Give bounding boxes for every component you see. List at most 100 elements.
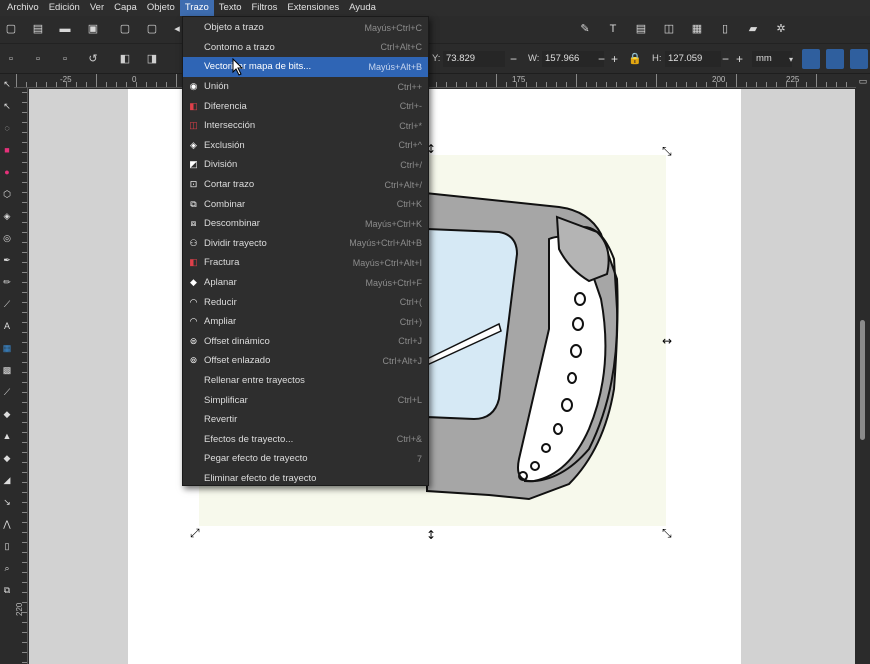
menu-item-reducir[interactable]: ◠ Reducir Ctrl+( [183, 292, 428, 312]
eraser2-tool-icon[interactable]: ◢ [1, 474, 13, 486]
y-decrement-button[interactable]: − [510, 51, 517, 67]
measure-tool-icon[interactable]: ⋀ [1, 518, 13, 530]
w-decrement-button[interactable]: − [598, 51, 605, 67]
menu-item-simplificar[interactable]: Simplificar Ctrl+L [183, 390, 428, 410]
menu-item-efectos-de-trayecto[interactable]: Efectos de trayecto... Ctrl+& [183, 429, 428, 449]
rotate-ccw-icon[interactable]: ↺ [86, 52, 100, 66]
text-tool-icon[interactable]: A [1, 320, 13, 332]
menu-trazo[interactable]: Trazo [179, 0, 214, 16]
menu-item-diferencia[interactable]: ◧ Diferencia Ctrl+- [183, 96, 428, 116]
calligraphy-tool-icon[interactable]: ⟋ [1, 298, 13, 310]
scrollbar-thumb[interactable] [860, 320, 865, 440]
menu-item-pegar-efecto-de-trayecto[interactable]: Pegar efecto de trayecto 7 [183, 449, 428, 469]
resize-handle-icon[interactable]: ⤡ [662, 526, 672, 540]
pencil-tool-icon[interactable]: ✏ [1, 276, 13, 288]
deselect-icon[interactable]: ▫ [58, 52, 72, 66]
mesh-tool-icon[interactable]: ▩ [1, 364, 13, 376]
menu-item-objeto-a-trazo[interactable]: Objeto a trazo Mayús+Ctrl+C [183, 18, 428, 38]
resize-handle-icon[interactable]: ⤢ [189, 526, 200, 540]
menu-item-dividir-trayecto[interactable]: ⚇ Dividir trayecto Mayús+Ctrl+Alt+B [183, 234, 428, 254]
flip-vertical-icon[interactable]: ◨ [145, 52, 159, 66]
vertical-scrollbar[interactable] [856, 88, 870, 664]
gradient-tool-icon[interactable]: ▦ [1, 342, 13, 354]
new-document-icon[interactable]: ▢ [4, 22, 18, 36]
import-icon[interactable]: ▢ [118, 22, 132, 36]
menu-item-contorno-a-trazo[interactable]: Contorno a trazo Ctrl+Alt+C [183, 38, 428, 58]
menu-extensiones[interactable]: Extensiones [282, 0, 344, 16]
connector-tool-icon[interactable]: ↘ [1, 496, 13, 508]
rect-tool-icon[interactable]: ■ [1, 144, 13, 156]
menu-edicion[interactable]: Edición [44, 0, 85, 16]
resize-handle-icon[interactable]: ⤡ [662, 144, 672, 158]
menu-item-rellenar-entre-trayectos[interactable]: Rellenar entre trayectos [183, 371, 428, 391]
scale-stroke-button[interactable] [802, 49, 820, 69]
objects-icon[interactable]: ◫ [662, 22, 676, 36]
menu-ayuda[interactable]: Ayuda [344, 0, 381, 16]
save-icon[interactable]: ▬ [58, 22, 72, 36]
watch-band-drawing[interactable]: ⤡ ↔ ⤢ ↕ ⤡ ↕ [29, 89, 855, 664]
menu-objeto[interactable]: Objeto [142, 0, 180, 16]
menu-item-union[interactable]: ◉ Unión Ctrl++ [183, 77, 428, 97]
w-input[interactable]: 157.966 [542, 51, 604, 67]
y-input[interactable]: 73.829 [443, 51, 505, 67]
print-icon[interactable]: ▣ [86, 22, 100, 36]
menu-filtros[interactable]: Filtros [247, 0, 283, 16]
menu-item-eliminar-efecto-de-trayecto[interactable]: Eliminar efecto de trayecto [183, 469, 428, 489]
scale-corners-button[interactable] [826, 49, 844, 69]
pages-tool-icon[interactable]: ▯ [1, 540, 13, 552]
xml-editor-icon[interactable]: ▯ [718, 22, 732, 36]
pen-tool-icon[interactable]: ✒ [1, 254, 13, 266]
menu-item-aplanar[interactable]: ◆ Aplanar Mayús+Ctrl+F [183, 273, 428, 293]
lpe-tool-icon[interactable]: ⧉ [1, 584, 13, 596]
resize-handle-icon[interactable]: ↔ [662, 334, 672, 348]
menu-item-fractura[interactable]: ◧ Fractura Mayús+Ctrl+Alt+I [183, 253, 428, 273]
eraser-tool-icon[interactable]: ◆ [1, 452, 13, 464]
h-increment-button[interactable]: + [736, 51, 743, 67]
zoom-tool-icon[interactable]: ⌕ [1, 562, 13, 574]
select-all-layers-icon[interactable]: ▫ [31, 52, 45, 66]
menu-item-interseccion[interactable]: ◫ Intersección Ctrl+* [183, 116, 428, 136]
text-tool-icon[interactable]: T [606, 22, 620, 36]
menu-item-exclusion[interactable]: ◈ Exclusión Ctrl+^ [183, 136, 428, 156]
menu-item-vectorizar-mapa-de-bits[interactable]: Vectorizar mapa de bits... Mayús+Alt+B [183, 57, 428, 77]
menu-item-offset-enlazado[interactable]: ⊚ Offset enlazado Ctrl+Alt+J [183, 351, 428, 371]
align-icon[interactable]: ▦ [690, 22, 704, 36]
flip-horizontal-icon[interactable]: ◧ [118, 52, 132, 66]
bucket-tool-icon[interactable]: ◆ [1, 408, 13, 420]
drawing-canvas[interactable]: ⤡ ↔ ⤢ ↕ ⤡ ↕ [29, 89, 855, 664]
h-decrement-button[interactable]: − [722, 51, 729, 67]
menu-ver[interactable]: Ver [85, 0, 109, 16]
spray-tool-icon[interactable]: ▲ [1, 430, 13, 442]
select-all-icon[interactable]: ▫ [4, 52, 18, 66]
menu-item-cortar-trazo[interactable]: ⊡ Cortar trazo Ctrl+Alt+/ [183, 175, 428, 195]
chevron-down-icon[interactable]: ▾ [784, 53, 798, 67]
layers-icon[interactable]: ▤ [634, 22, 648, 36]
menu-archivo[interactable]: Archivo [2, 0, 44, 16]
h-input[interactable]: 127.059 [665, 51, 721, 67]
resize-handle-icon[interactable]: ↕ [426, 528, 436, 542]
3d-box-tool-icon[interactable]: ⬡ [1, 188, 13, 200]
menu-item-division[interactable]: ◩ División Ctrl+/ [183, 155, 428, 175]
menu-item-ampliar[interactable]: ◠ Ampliar Ctrl+) [183, 312, 428, 332]
edit-icon[interactable]: ✎ [578, 22, 592, 36]
dropper-tool-icon[interactable]: ⟋ [1, 386, 13, 398]
open-file-icon[interactable]: ▤ [31, 22, 45, 36]
selector-tool-icon[interactable]: ↖ [1, 78, 13, 90]
spiral-tool-icon[interactable]: ◎ [1, 232, 13, 244]
fill-stroke-icon[interactable]: ▰ [746, 22, 760, 36]
menu-item-offset-dinamico[interactable]: ⊜ Offset dinámico Ctrl+J [183, 332, 428, 352]
preferences-icon[interactable]: ✲ [774, 22, 788, 36]
move-gradients-button[interactable] [850, 49, 868, 69]
node-tool-icon[interactable]: ↖ [1, 100, 13, 112]
menu-item-descombinar[interactable]: ⧈ Descombinar Mayús+Ctrl+K [183, 214, 428, 234]
star-tool-icon[interactable]: ◈ [1, 210, 13, 222]
menu-item-revertir[interactable]: Revertir [183, 410, 428, 430]
menu-texto[interactable]: Texto [214, 0, 247, 16]
display-icon[interactable]: ▭ [856, 74, 870, 88]
menu-item-combinar[interactable]: ⧉ Combinar Ctrl+K [183, 194, 428, 214]
menu-capa[interactable]: Capa [109, 0, 142, 16]
export-icon[interactable]: ▢ [145, 22, 159, 36]
ellipse-tool-icon[interactable]: ● [1, 166, 13, 178]
lock-ratio-icon[interactable]: 🔒 [628, 52, 642, 66]
tweak-tool-icon[interactable]: ◌ [1, 122, 13, 134]
